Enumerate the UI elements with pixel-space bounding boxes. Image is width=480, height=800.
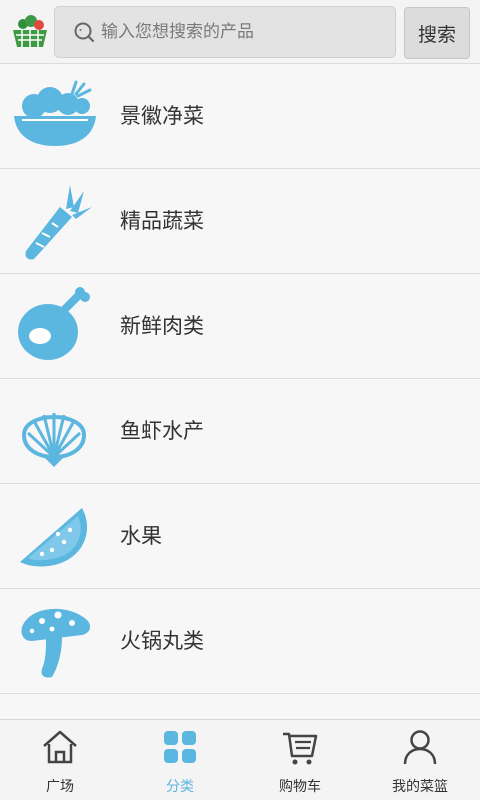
search-icon — [74, 22, 95, 43]
ham-icon — [18, 287, 90, 360]
home-icon — [43, 730, 77, 764]
category-item-hotpot-balls[interactable]: 火锅丸类 — [0, 589, 480, 694]
mushroom-icon — [21, 608, 90, 678]
category-item-prepared-vegetables[interactable]: 景徽净菜 — [0, 64, 480, 169]
category-item-vegetables[interactable]: 精品蔬菜 — [0, 169, 480, 274]
category-label: 新鲜肉类 — [120, 314, 204, 338]
tab-categories[interactable]: 分类 — [120, 720, 240, 800]
grid-icon — [164, 731, 196, 763]
search-button[interactable]: 搜索 — [404, 7, 470, 59]
category-item-fruit[interactable]: 水果 — [0, 484, 480, 589]
tab-label: 我的菜篮 — [392, 779, 448, 795]
tab-label: 购物车 — [279, 779, 321, 795]
tab-my-basket[interactable]: 我的菜篮 — [360, 720, 480, 800]
bottom-tab-bar: 广场 分类 购物车 我的菜篮 — [0, 719, 480, 800]
tab-cart[interactable]: 购物车 — [240, 720, 360, 800]
cart-icon — [283, 732, 318, 765]
tab-plaza[interactable]: 广场 — [0, 720, 120, 800]
tab-label: 广场 — [46, 779, 74, 795]
category-label: 水果 — [120, 524, 162, 548]
carrot-icon — [25, 185, 92, 260]
watermelon-icon — [20, 508, 88, 567]
category-label: 精品蔬菜 — [120, 209, 204, 233]
category-item-seafood[interactable]: 鱼虾水产 — [0, 379, 480, 484]
vegetable-bowl-icon — [14, 80, 96, 146]
category-label: 鱼虾水产 — [120, 419, 204, 443]
category-item-meat[interactable]: 新鲜肉类 — [0, 274, 480, 379]
search-input[interactable] — [101, 7, 387, 57]
top-bar: 搜索 — [0, 0, 480, 64]
category-list: 景徽净菜 精品蔬菜 新鲜肉类 鱼虾水产 水果 火锅丸类 — [0, 64, 480, 694]
shell-icon — [21, 413, 87, 467]
user-icon — [403, 730, 437, 765]
basket-logo-icon — [13, 15, 47, 47]
search-box[interactable] — [54, 6, 396, 58]
tab-label: 分类 — [166, 779, 194, 795]
category-label: 景徽净菜 — [120, 104, 204, 128]
category-label: 火锅丸类 — [120, 629, 204, 653]
